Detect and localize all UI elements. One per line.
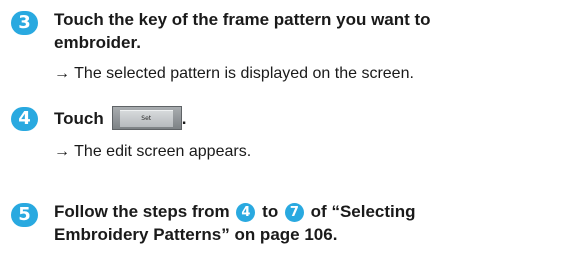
step-instruction: Touch the key of the frame pattern you w…: [54, 8, 431, 54]
instruction-period: .: [181, 109, 187, 128]
step-number-badge: 3: [11, 11, 38, 35]
step-result: → The edit screen appears.: [54, 141, 251, 162]
set-key-label: Set: [141, 115, 152, 122]
result-text: The selected pattern is displayed on the…: [74, 65, 414, 82]
step-ref-badge-from: 4: [236, 203, 256, 222]
step-number-badge: 5: [11, 203, 38, 227]
instruction-text: Touch: [54, 109, 104, 128]
step-instruction: Touch Set.: [54, 106, 186, 130]
step-instruction: Follow the steps from 4 to 7 of “Selecti…: [54, 200, 416, 246]
set-key-button[interactable]: Set: [111, 106, 182, 130]
instruction-text: of “Selecting: [310, 202, 416, 221]
step-number-badge: 4: [11, 107, 38, 131]
step-ref-badge-to: 7: [284, 203, 304, 222]
step-result: → The selected pattern is displayed on t…: [54, 63, 414, 84]
result-arrow-icon: →: [54, 143, 70, 160]
result-text: The edit screen appears.: [74, 143, 252, 160]
instruction-text: Follow the steps from: [54, 202, 230, 221]
instruction-text: Touch the key of the frame pattern you w…: [54, 10, 431, 29]
result-arrow-icon: →: [54, 65, 70, 82]
instruction-text-continued: embroider.: [54, 33, 141, 52]
instruction-text: to: [262, 202, 279, 221]
instruction-text-continued: Embroidery Patterns” on page 106.: [54, 225, 338, 244]
set-key-face: Set: [119, 110, 173, 127]
